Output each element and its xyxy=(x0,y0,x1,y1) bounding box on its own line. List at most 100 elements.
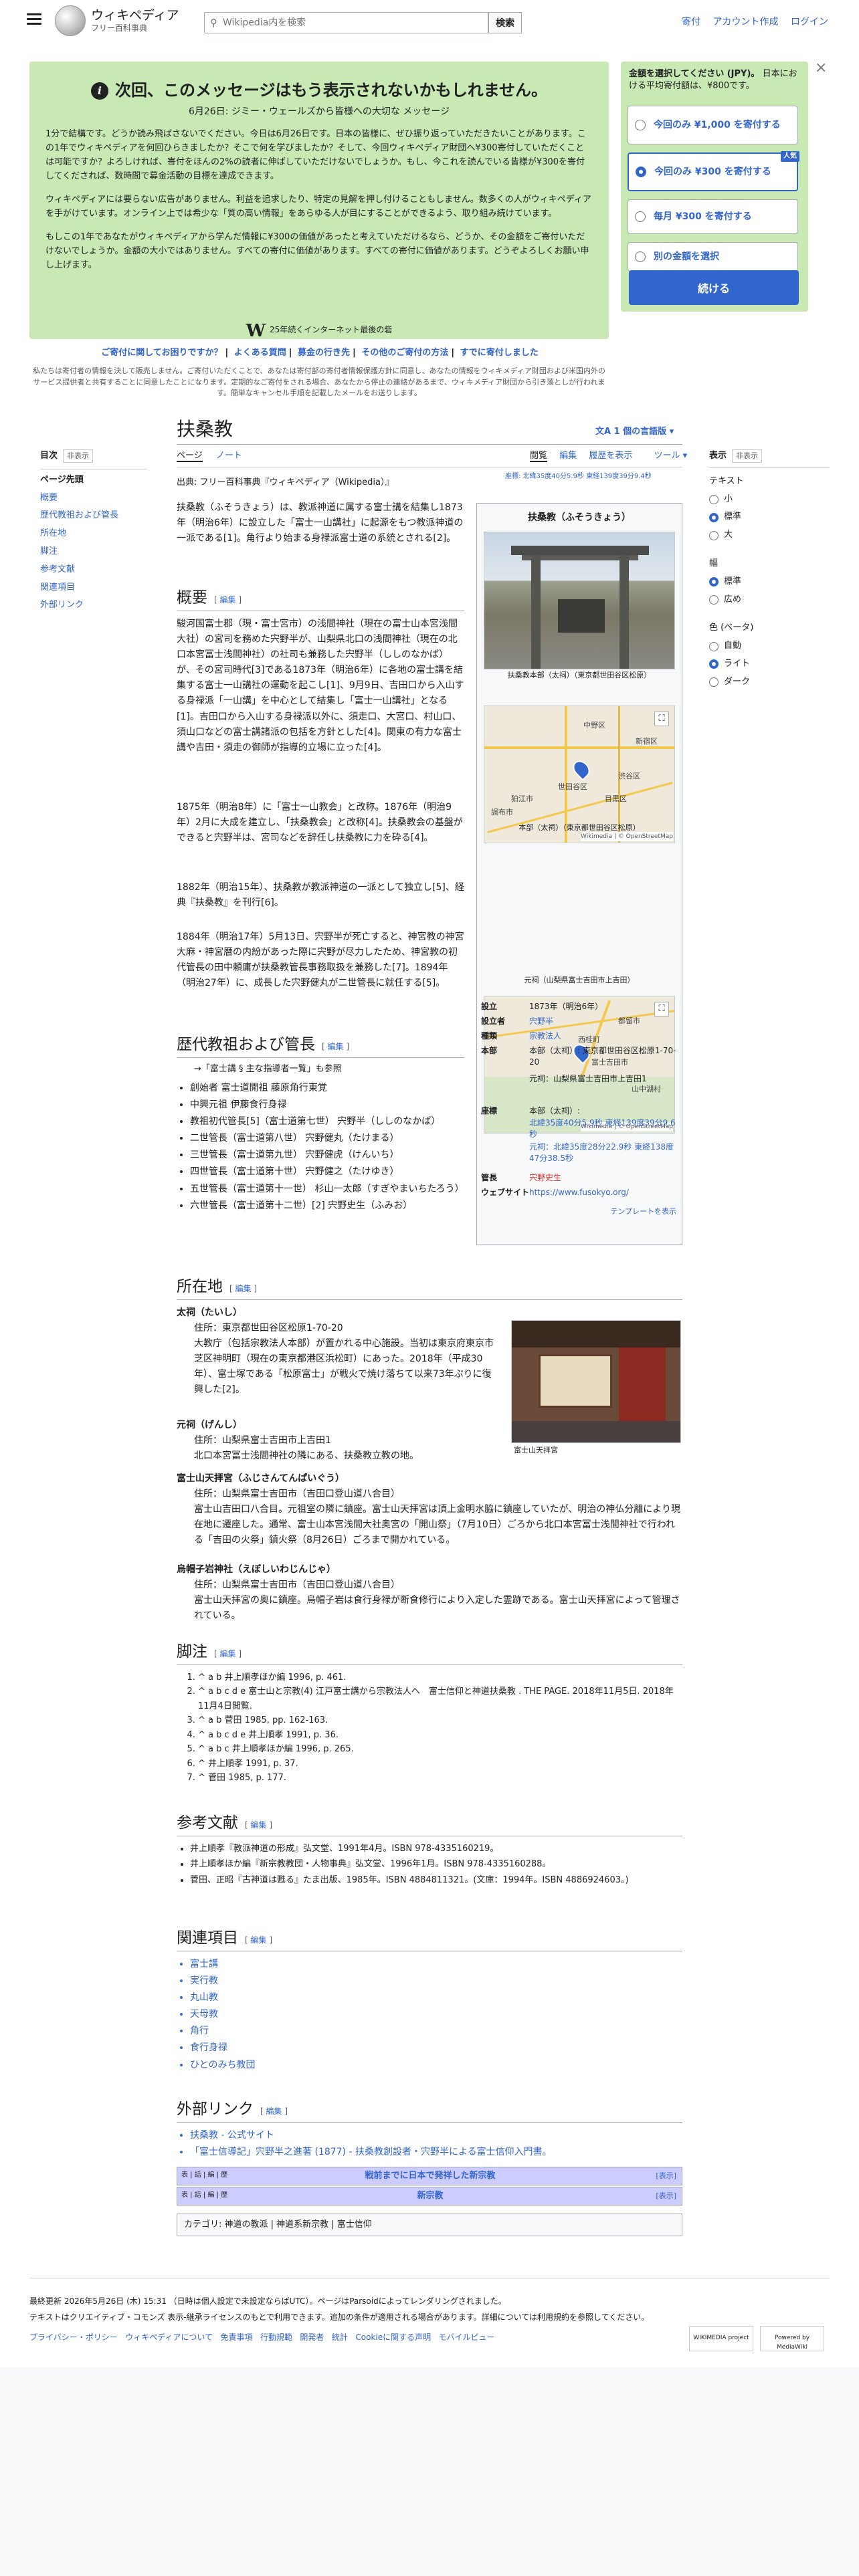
edit-section-link[interactable]: 編集 xyxy=(220,1649,236,1658)
coordinates-link[interactable]: 座標: 北緯35度40分5.9秒 東経139度39分9.4秒 xyxy=(505,471,652,482)
edit-section-link[interactable]: 編集 xyxy=(251,1820,267,1830)
show-template-link[interactable]: テンプレートを表示 xyxy=(610,1206,676,1218)
login-link[interactable]: ログイン xyxy=(791,17,828,27)
toc-item[interactable]: 所在地 xyxy=(40,527,147,541)
related-link[interactable]: 丸山教 xyxy=(190,1990,682,2006)
toc-hide-button[interactable]: 非表示 xyxy=(63,449,94,463)
footer-link[interactable]: 行動規範 xyxy=(260,2333,292,2342)
donate-option-1000-once[interactable]: 今回のみ ¥1,000 を寄付する xyxy=(628,106,798,144)
toc-item[interactable]: 参考文献 xyxy=(40,563,147,577)
toc-item[interactable]: 関連項目 xyxy=(40,581,147,595)
edit-section-link[interactable]: 編集 xyxy=(266,2107,282,2116)
footer-link[interactable]: プライバシー・ポリシー xyxy=(29,2333,118,2342)
banner-link[interactable]: その他のご寄付の方法 xyxy=(361,348,448,358)
color-dark[interactable]: ダーク xyxy=(709,675,830,689)
footer-link[interactable]: Cookieに関する声明 xyxy=(355,2333,431,2342)
color-auto[interactable]: 自動 xyxy=(709,639,830,653)
infobox-row: 設立者 宍野半 xyxy=(481,1016,554,1026)
tools-hide-button[interactable]: 非表示 xyxy=(732,449,763,463)
info-icon: i xyxy=(90,82,108,100)
donate-option-other[interactable]: 別の金額を選択 xyxy=(628,242,798,272)
edit-section-link[interactable]: 編集 xyxy=(235,1284,252,1293)
banner-link[interactable]: すでに寄付しました xyxy=(460,348,539,358)
banner-link[interactable]: 募金の行き先 xyxy=(298,348,350,358)
radio-selected-icon xyxy=(636,167,646,177)
view-tabs: 閲覧 編集 履歴を表示 ツール ▾ xyxy=(520,449,687,463)
banner-paragraph: 1分で結構です。どうか読み飛ばさないでください。今日は6月26日です。日本の皆様… xyxy=(45,129,586,182)
footer-link[interactable]: 統計 xyxy=(332,2333,348,2342)
tab-page[interactable]: ページ xyxy=(177,451,203,462)
website-link[interactable]: https://www.fusokyo.org/ xyxy=(529,1187,679,1198)
edit-section-link[interactable]: 編集 xyxy=(328,1042,344,1051)
width-wide[interactable]: 広め xyxy=(709,593,830,607)
donate-option-300-monthly[interactable]: 毎月 ¥300 を寄付する xyxy=(628,199,798,234)
toc-item[interactable]: 外部リンク xyxy=(40,599,147,613)
donate-link[interactable]: 寄付 xyxy=(682,17,700,27)
table-of-contents: 目次 非表示 ページ先頭 概要 歴代教祖および管長 所在地 脚注 参考文献 関連項… xyxy=(40,449,147,617)
mediawiki-badge[interactable]: Powered by MediaWiki xyxy=(760,2326,824,2351)
footer-link[interactable]: モバイルビュー xyxy=(439,2333,495,2342)
navbox-title[interactable]: 新宗教 xyxy=(177,2189,683,2204)
related-link[interactable]: 天母教 xyxy=(190,2007,682,2022)
footer-link[interactable]: ウィキペディアについて xyxy=(125,2333,213,2342)
toc-item[interactable]: 歴代教祖および管長 xyxy=(40,509,147,523)
related-link[interactable]: 実行教 xyxy=(190,1973,682,1989)
search-input[interactable] xyxy=(223,13,488,32)
tools-menu[interactable]: ツール ▾ xyxy=(644,451,687,461)
tab-talk[interactable]: ノート xyxy=(216,451,242,461)
related-link[interactable]: 角行 xyxy=(190,2024,682,2039)
map-pin-icon xyxy=(569,757,593,782)
edit-section-link[interactable]: 編集 xyxy=(251,1935,267,1945)
text-size-standard[interactable]: 標準 xyxy=(709,510,830,524)
related-link[interactable]: ひとのみち教団 xyxy=(190,2058,682,2073)
overview-paragraph: 1882年（明治15年）、扶桑教が教派神道の一派として独立し[5]、経典『扶桑教… xyxy=(177,882,464,909)
toc-item-top[interactable]: ページ先頭 xyxy=(40,473,147,488)
personal-tools: 寄付 アカウント作成 ログイン xyxy=(672,15,828,29)
site-logo[interactable]: ウィキペディア フリー百科事典 xyxy=(55,5,179,36)
photo-caption: 富士山天拝宮 xyxy=(514,1446,558,1455)
donate-option-300-once[interactable]: 今回のみ ¥300 を寄付する 人気 xyxy=(628,151,799,191)
width-label: 幅 xyxy=(709,558,719,568)
footer-link[interactable]: 開発者 xyxy=(300,2333,324,2342)
text-size-small[interactable]: 小 xyxy=(709,493,830,507)
external-link[interactable]: 「富士信導記」宍野半之進著 (1877) - 扶桑教創設者・宍野半による富士信仰… xyxy=(190,2145,682,2160)
navbox-toggle[interactable]: [表示] xyxy=(656,2170,676,2182)
external-link[interactable]: 扶桑教 - 公式サイト xyxy=(190,2128,682,2143)
main-menu-icon[interactable] xyxy=(27,13,41,25)
fullscreen-icon[interactable]: ⛶ xyxy=(654,712,669,727)
color-light[interactable]: ライト xyxy=(709,657,830,671)
navbox-toggle[interactable]: [表示] xyxy=(656,2190,676,2202)
edit-section-link[interactable]: 編集 xyxy=(220,595,236,605)
category-bar[interactable]: カテゴリ: 神道の教派 | 神道系新宗教 | 富士信仰 xyxy=(177,2214,682,2236)
section-heading-notes: 脚注[ 編集 ] xyxy=(177,1640,682,1665)
map-label: 新宿区 xyxy=(636,737,658,746)
toc-item[interactable]: 概要 xyxy=(40,492,147,506)
shrine-photo[interactable] xyxy=(484,532,675,669)
tab-history[interactable]: 履歴を表示 xyxy=(589,451,632,461)
tenpaigu-photo[interactable] xyxy=(511,1320,681,1443)
footer-link[interactable]: 免責事項 xyxy=(220,2333,252,2342)
search-button[interactable]: 検索 xyxy=(488,12,522,33)
overview-paragraph: 1875年（明治8年）に「富士一山教会」と改称。1876年（明治9年）2月に大成… xyxy=(177,802,463,844)
text-size-large[interactable]: 大 xyxy=(709,528,830,542)
related-link[interactable]: 食行身禄 xyxy=(190,2040,682,2056)
leaders-list: 創始者 富士道開祖 藤原角行東覚 中興元祖 伊藤食行身禄 教祖初代管長[5]（富… xyxy=(177,1081,464,1215)
list-item: 教祖初代管長[5]（富士道第七世） 宍野半（ししのなかば） xyxy=(190,1114,464,1130)
close-banner-icon[interactable]: × xyxy=(815,56,827,80)
related-link[interactable]: 富士講 xyxy=(190,1957,682,1972)
tab-edit[interactable]: 編集 xyxy=(559,451,577,461)
toc-item[interactable]: 脚注 xyxy=(40,545,147,559)
wikimedia-badge[interactable]: WIKIMEDIA project xyxy=(689,2326,753,2351)
location-entry: 元祠（げんし） 住所：山梨県富士吉田市上吉田1 北口本宮冨士浅間神社の隣にある、… xyxy=(177,1420,419,1462)
radio-icon xyxy=(709,530,719,540)
navbox-title[interactable]: 戦前までに日本で発祥した新宗教 xyxy=(177,2169,683,2183)
language-button[interactable]: 文A 1 個の言語版 ▾ xyxy=(595,425,674,439)
width-standard[interactable]: 標準 xyxy=(709,575,830,589)
banner-link[interactable]: よくある質問 xyxy=(234,348,286,358)
continue-button[interactable]: 続ける xyxy=(629,270,799,305)
create-account-link[interactable]: アカウント作成 xyxy=(713,17,779,27)
tab-read[interactable]: 閲覧 xyxy=(530,451,548,462)
banner-link[interactable]: ご寄付に関してお困りですか？ xyxy=(101,348,222,358)
map-label: 目黒区 xyxy=(605,794,627,804)
map-label: 中野区 xyxy=(583,721,605,730)
